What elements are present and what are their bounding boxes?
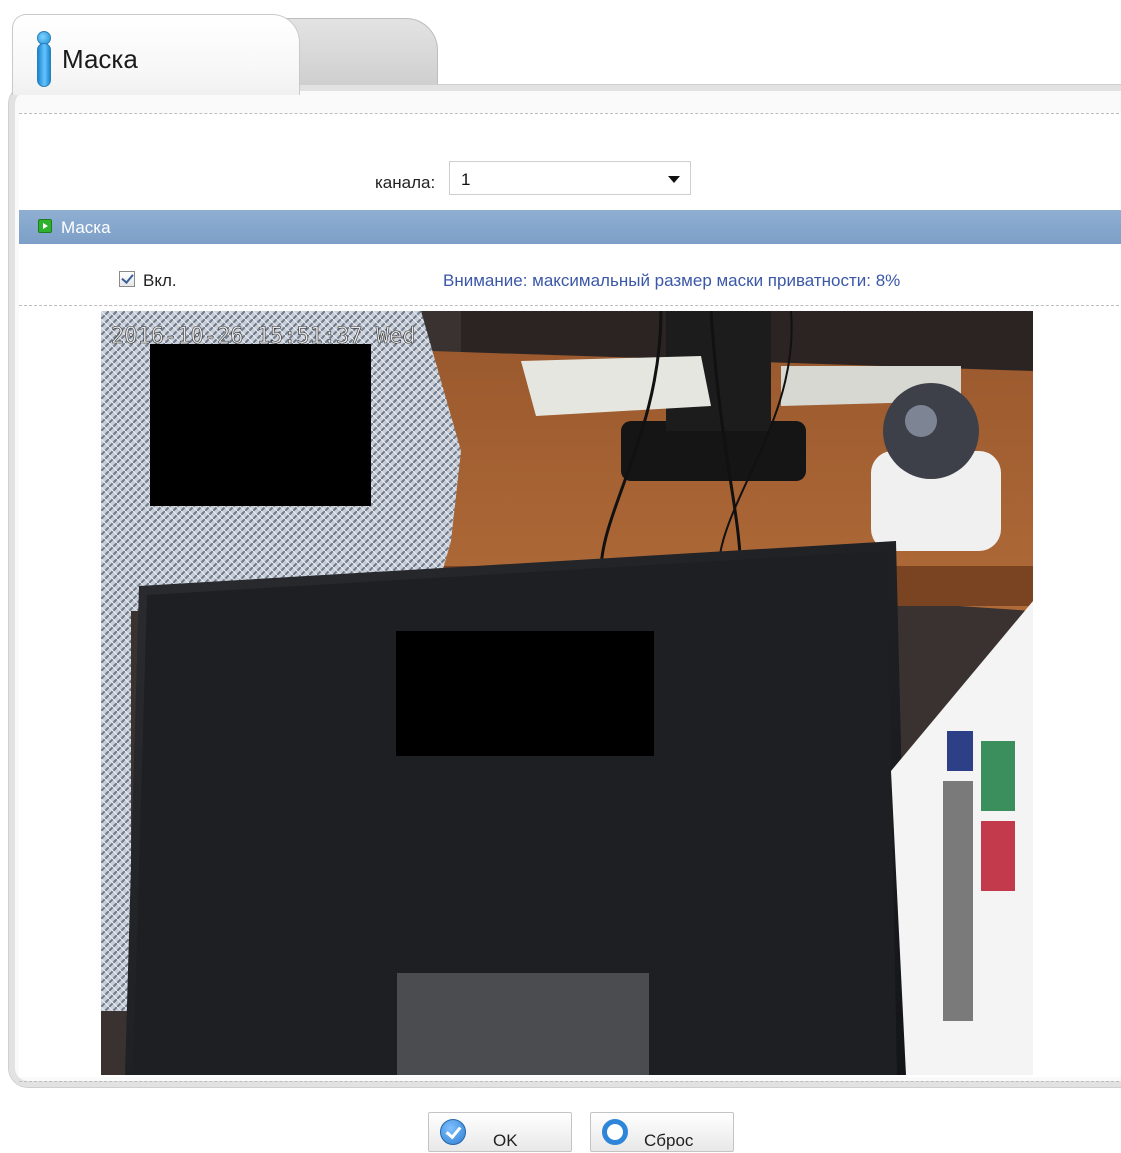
tab-mask[interactable]: Маска — [12, 14, 300, 95]
section-header: Маска — [19, 210, 1121, 244]
reset-button-label: Сброс — [644, 1131, 694, 1150]
settings-panel: канала: 1 Маска Вкл. Внимание: максималь… — [8, 84, 1121, 1088]
section-title: Маска — [61, 218, 111, 237]
check-icon — [121, 271, 134, 284]
enable-checkbox[interactable] — [119, 271, 135, 287]
panel-content: канала: 1 Маска Вкл. Внимание: максималь… — [19, 113, 1121, 1082]
camera-frame-image: 2016-10-26 15:51:37 Wed — [101, 311, 1033, 1075]
video-preview[interactable]: 2016-10-26 15:51:37 Wed — [101, 311, 1033, 1075]
chevron-down-icon — [668, 176, 680, 183]
divider — [19, 1081, 1121, 1082]
channel-label: канала: — [375, 173, 436, 192]
check-circle-icon — [440, 1119, 466, 1145]
enable-label: Вкл. — [143, 271, 177, 290]
reset-circle-icon — [602, 1119, 628, 1145]
tab-indicator-icon — [37, 31, 51, 87]
channel-select[interactable]: 1 — [449, 161, 691, 195]
arrow-right-icon — [38, 219, 52, 233]
divider — [19, 113, 1121, 114]
ok-button[interactable]: OK — [428, 1112, 572, 1152]
privacy-mask-2[interactable] — [396, 631, 654, 756]
mask-size-notice: Внимание: максимальный размер маски прив… — [443, 271, 901, 290]
channel-select-value: 1 — [461, 170, 471, 189]
privacy-mask-1[interactable] — [150, 344, 371, 506]
tab-label: Маска — [62, 44, 138, 74]
divider — [19, 305, 1121, 306]
reset-button[interactable]: Сброс — [590, 1112, 734, 1152]
ok-button-label: OK — [493, 1131, 518, 1150]
